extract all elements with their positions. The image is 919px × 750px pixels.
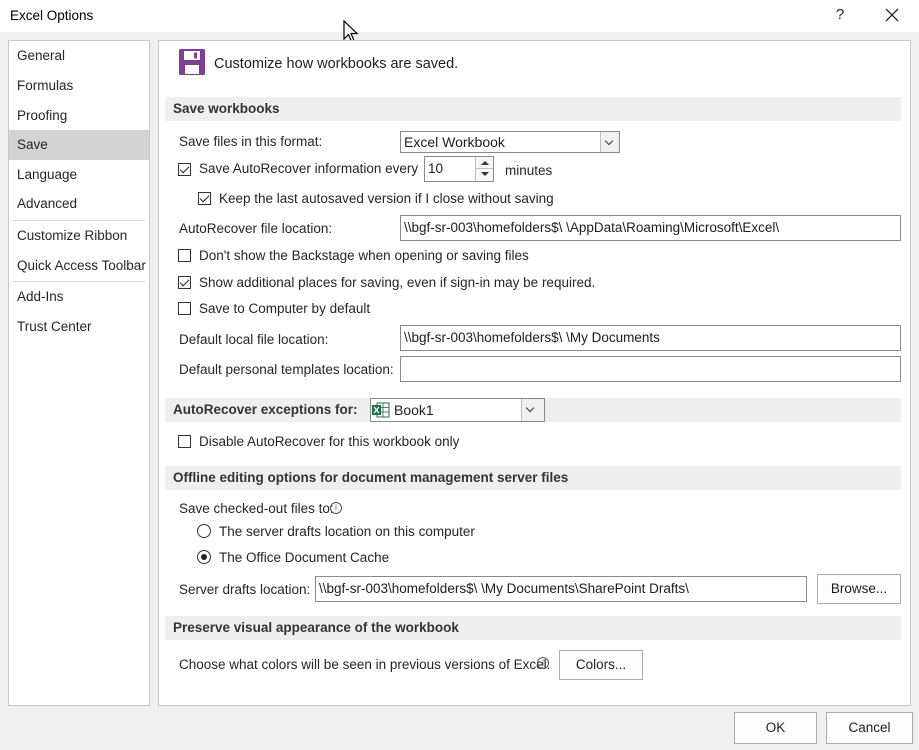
radio-server-drafts-label: The server drafts location on this compu… bbox=[219, 524, 475, 539]
cancel-button[interactable]: Cancel bbox=[826, 712, 913, 744]
keep-last-autosaved-label: Keep the last autosaved version if I clo… bbox=[219, 191, 554, 206]
autorecover-checkbox[interactable] bbox=[178, 163, 191, 176]
window-title: Excel Options bbox=[10, 8, 94, 23]
autorecover-location-label: AutoRecover file location: bbox=[179, 221, 333, 236]
close-button[interactable] bbox=[874, 2, 910, 28]
info-icon: i bbox=[330, 502, 342, 514]
sidebar-divider bbox=[13, 281, 145, 282]
default-local-location-label: Default local file location: bbox=[179, 332, 329, 347]
colors-question-label: Choose what colors will be seen in previ… bbox=[179, 657, 551, 672]
default-templates-location-input[interactable] bbox=[400, 356, 901, 382]
section-title: Preserve visual appearance of the workbo… bbox=[173, 620, 459, 635]
autorecover-workbook-dropdown[interactable]: Book1 bbox=[370, 398, 545, 422]
title-bar bbox=[0, 0, 919, 32]
chevron-down-icon[interactable] bbox=[521, 399, 544, 421]
chevron-down-icon[interactable] bbox=[600, 132, 619, 152]
save-to-computer-label: Save to Computer by default bbox=[199, 301, 371, 316]
disable-autorecover-checkbox[interactable] bbox=[178, 435, 191, 448]
info-icon: i bbox=[537, 657, 549, 669]
autorecover-location-input[interactable]: \\bgf-sr-003\homefolders$\ \AppData\Roam… bbox=[400, 215, 901, 241]
radio-server-drafts[interactable] bbox=[197, 524, 211, 538]
sidebar-item-customize-ribbon[interactable]: Customize Ribbon bbox=[9, 222, 149, 250]
autorecover-minutes-spinner[interactable]: 10 bbox=[424, 156, 494, 182]
floppy-disk-save-icon bbox=[179, 49, 205, 75]
sidebar-item-quick-access-toolbar[interactable]: Quick Access Toolbar bbox=[9, 252, 149, 280]
save-checked-out-label: Save checked-out files to: bbox=[179, 501, 334, 516]
sidebar-item-language[interactable]: Language bbox=[9, 161, 149, 189]
autorecover-label: Save AutoRecover information every bbox=[199, 161, 419, 176]
sidebar-divider bbox=[13, 220, 145, 221]
options-sidebar: General Formulas Proofing Save Language … bbox=[8, 40, 150, 706]
default-templates-location-label: Default personal templates location: bbox=[179, 362, 394, 377]
colors-button[interactable]: Colors... bbox=[559, 650, 643, 680]
spinner-down-icon[interactable] bbox=[475, 169, 493, 181]
save-to-computer-checkbox[interactable] bbox=[178, 302, 191, 315]
dont-show-backstage-label: Don't show the Backstage when opening or… bbox=[199, 248, 529, 263]
dont-show-backstage-checkbox[interactable] bbox=[178, 249, 191, 262]
help-button[interactable]: ? bbox=[826, 4, 854, 28]
section-title: Save workbooks bbox=[173, 101, 280, 116]
radio-office-document-cache-label: The Office Document Cache bbox=[219, 550, 390, 565]
minutes-label: minutes bbox=[505, 163, 553, 178]
browse-button[interactable]: Browse... bbox=[817, 574, 901, 604]
sidebar-item-general[interactable]: General bbox=[9, 42, 149, 70]
autorecover-workbook-value: Book1 bbox=[394, 402, 434, 418]
sidebar-item-advanced[interactable]: Advanced bbox=[9, 190, 149, 218]
show-additional-places-label: Show additional places for saving, even … bbox=[199, 275, 596, 290]
excel-icon bbox=[372, 402, 390, 418]
format-label: Save files in this format: bbox=[179, 134, 323, 149]
sidebar-item-save[interactable]: Save bbox=[9, 130, 149, 160]
page-header-text: Customize how workbooks are saved. bbox=[214, 56, 459, 72]
section-header-preserve-visual: Preserve visual appearance of the workbo… bbox=[165, 616, 901, 640]
close-icon bbox=[885, 8, 899, 22]
disable-autorecover-label: Disable AutoRecover for this workbook on… bbox=[199, 434, 460, 449]
radio-office-document-cache[interactable] bbox=[197, 550, 211, 564]
default-local-location-input[interactable]: \\bgf-sr-003\homefolders$\ \My Documents bbox=[400, 325, 901, 351]
section-header-offline-editing: Offline editing options for document man… bbox=[165, 466, 901, 490]
server-drafts-location-input[interactable]: \\bgf-sr-003\homefolders$\ \My Documents… bbox=[315, 576, 807, 602]
section-title: Offline editing options for document man… bbox=[173, 470, 569, 485]
show-additional-places-checkbox[interactable] bbox=[178, 276, 191, 289]
save-format-value: Excel Workbook bbox=[404, 134, 505, 150]
keep-last-autosaved-checkbox[interactable] bbox=[198, 192, 211, 205]
sidebar-item-proofing[interactable]: Proofing bbox=[9, 102, 149, 130]
save-format-dropdown[interactable]: Excel Workbook bbox=[400, 131, 620, 153]
sidebar-item-formulas[interactable]: Formulas bbox=[9, 72, 149, 100]
section-title: AutoRecover exceptions for: bbox=[173, 402, 358, 417]
section-header-save-workbooks: Save workbooks bbox=[165, 97, 901, 121]
sidebar-item-trust-center[interactable]: Trust Center bbox=[9, 313, 149, 341]
spinner-up-icon[interactable] bbox=[475, 157, 493, 169]
ok-button[interactable]: OK bbox=[734, 712, 817, 744]
sidebar-item-add-ins[interactable]: Add-Ins bbox=[9, 283, 149, 311]
server-drafts-location-label: Server drafts location: bbox=[179, 582, 311, 597]
autorecover-minutes-value: 10 bbox=[428, 161, 444, 176]
